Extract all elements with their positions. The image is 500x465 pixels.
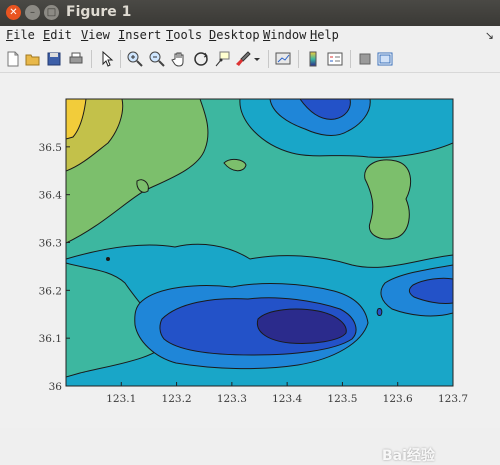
- y-tick-label: 36.2: [39, 285, 62, 297]
- toolbar-separator: [120, 50, 121, 68]
- toolbar-separator: [298, 50, 299, 68]
- menu-bar: File Edit View Insert Tools Desktop Wind…: [0, 26, 500, 46]
- y-tick-label: 36.1: [39, 333, 62, 345]
- menu-view[interactable]: View: [81, 28, 110, 42]
- menu-tools[interactable]: Tools: [166, 28, 202, 42]
- print-icon[interactable]: [67, 50, 85, 68]
- x-tick-label: 123.3: [217, 393, 247, 405]
- watermark: Bai经验: [382, 448, 435, 464]
- menu-insert[interactable]: Insert: [118, 28, 161, 42]
- hide-plot-tools-icon[interactable]: [356, 50, 374, 68]
- menu-help[interactable]: Help: [310, 28, 339, 42]
- y-tick-label: 36: [49, 381, 63, 393]
- close-button[interactable]: ✕: [6, 5, 21, 20]
- y-axis: 36 36.1 36.2 36.3 36.4 36.5: [39, 142, 70, 393]
- zoom-in-icon[interactable]: [126, 50, 144, 68]
- x-tick-label: 123.5: [327, 393, 357, 405]
- open-icon[interactable]: [24, 50, 42, 68]
- x-tick-label: 123.2: [162, 393, 192, 405]
- figure-canvas: 36 36.1 36.2 36.3 36.4 36.5 123.1 123.2 123.3 12…: [0, 73, 500, 464]
- rotate-3d-icon[interactable]: [192, 50, 210, 68]
- show-plot-tools-icon[interactable]: [376, 50, 394, 68]
- x-tick-label: 123.6: [383, 393, 413, 405]
- pointer-icon[interactable]: [98, 50, 116, 68]
- menu-window[interactable]: Window: [263, 28, 306, 42]
- brush-icon[interactable]: [234, 50, 252, 68]
- window-title: Figure 1: [66, 4, 132, 20]
- x-tick-label: 123.7: [438, 393, 468, 405]
- new-figure-icon[interactable]: [4, 50, 22, 68]
- legend-icon[interactable]: [326, 50, 344, 68]
- contour-plot[interactable]: 36 36.1 36.2 36.3 36.4 36.5 123.1 123.2 123.3 12…: [0, 73, 500, 428]
- toolbar-separator: [268, 50, 269, 68]
- title-bar: ✕ – □ Figure 1: [0, 0, 500, 26]
- colorbar-icon[interactable]: [304, 50, 322, 68]
- menu-file[interactable]: File: [6, 28, 35, 42]
- menu-desktop[interactable]: Desktop: [209, 28, 260, 42]
- y-tick-label: 36.3: [39, 238, 62, 250]
- menu-edit[interactable]: Edit: [43, 28, 72, 42]
- toolbar-separator: [350, 50, 351, 68]
- minimize-button[interactable]: –: [25, 5, 40, 20]
- y-tick-label: 36.4: [39, 190, 63, 202]
- x-tick-label: 123.4: [272, 393, 302, 405]
- toolbar-separator: [91, 50, 92, 68]
- zoom-out-icon[interactable]: [148, 50, 166, 68]
- contour-marker: [106, 257, 110, 261]
- x-tick-label: 123.1: [106, 393, 136, 405]
- toolbar: [0, 46, 500, 73]
- brush-dropdown-icon[interactable]: [252, 50, 262, 68]
- maximize-button[interactable]: □: [44, 5, 59, 20]
- data-cursor-icon[interactable]: [213, 50, 231, 68]
- contour-marker: [376, 308, 383, 316]
- save-icon[interactable]: [45, 50, 63, 68]
- dock-arrow-icon[interactable]: ↘: [485, 29, 494, 42]
- y-tick-label: 36.5: [39, 142, 62, 154]
- pan-icon[interactable]: [170, 50, 188, 68]
- link-plot-icon[interactable]: [274, 50, 292, 68]
